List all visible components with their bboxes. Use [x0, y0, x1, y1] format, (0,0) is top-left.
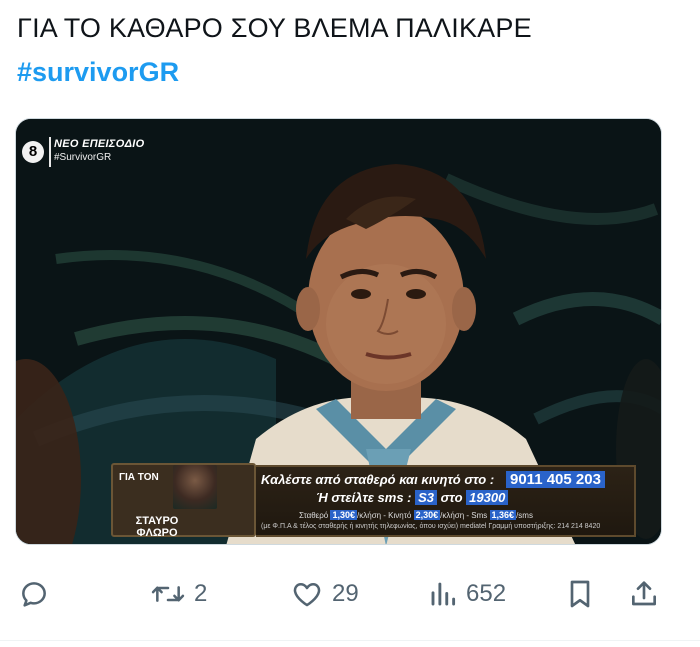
sms-code: S3 [415, 490, 438, 505]
reply-button[interactable] [18, 570, 50, 618]
sms-to: στο [440, 490, 463, 505]
cost-fixed: 1,30€ [330, 510, 358, 520]
channel-logo: 8 [22, 141, 44, 163]
for-label: ΓΙΑ ΤΟΝ [119, 472, 159, 483]
retweet-icon [151, 586, 185, 602]
cost-fixed-unit: /κλήση - Κινητό [357, 511, 412, 520]
contestant-panel: ΓΙΑ ΤΟΝ ΣΤΑΥΡΟ ΦΛΩΡΟ [111, 463, 256, 539]
cost-sms-unit: /sms [516, 511, 533, 520]
legal-text: (με Φ.Π.Α & τέλος σταθερής ή κινητής τηλ… [261, 523, 601, 530]
bookmark-button[interactable] [566, 570, 594, 618]
hashtag-link[interactable]: #survivorGR [17, 52, 179, 92]
cost-mobile: 2,30€ [413, 510, 441, 520]
retweet-button[interactable]: 2 [150, 570, 207, 618]
like-count: 29 [332, 580, 359, 607]
contestant-name-line2: ΦΛΩΡΟ [136, 527, 178, 539]
tweet-action-bar: 2 29 652 [0, 570, 700, 620]
divider-line [0, 640, 700, 641]
tweet-media-image[interactable]: 8 ΝΕΟ ΕΠΕΙΣΟΔΙΟ #SurvivorGR ΓΙΑ ΤΟΝ ΣΤΑΥ… [15, 118, 662, 545]
retweet-count: 2 [194, 580, 208, 607]
cost-sms: 1,36€ [489, 510, 517, 520]
tweet-text: ΓΙΑ ΤΟ ΚΑΘΑΡΟ ΣΟΥ ΒΛΕΜΑ ΠΑΛΙΚΑΡΕ #surviv… [17, 8, 687, 92]
sms-number: 19300 [466, 490, 509, 505]
call-instructions: Καλέστε από σταθερό και κινητό στο : [261, 472, 495, 487]
contestant-thumbnail [173, 465, 217, 509]
cost-info: Σταθερό 1,30€/κλήση - Κινητό 2,30€/κλήση… [299, 510, 533, 520]
sms-prefix: Ή στείλτε sms : [316, 490, 412, 505]
voting-lower-third: ΓΙΑ ΤΟΝ ΣΤΑΥΡΟ ΦΛΩΡΟ Καλέστε από σταθερό… [111, 459, 639, 539]
views-button[interactable]: 652 [428, 570, 506, 618]
tweet-body: ΓΙΑ ΤΟ ΚΑΘΑΡΟ ΣΟΥ ΒΛΕΜΑ ΠΑΛΙΚΑΡΕ [17, 13, 532, 43]
sms-instructions: Ή στείλτε sms : S3 στο 19300 [316, 490, 509, 505]
episode-label: ΝΕΟ ΕΠΕΙΣΟΔΙΟ [54, 138, 145, 150]
view-count: 652 [466, 580, 507, 607]
contestant-name-line1: ΣΤΑΥΡΟ [135, 515, 179, 527]
heart-icon [293, 583, 321, 607]
voting-phone-number: 9011 405 203 [506, 471, 605, 488]
views-icon [431, 582, 456, 606]
share-button[interactable] [628, 570, 660, 618]
share-icon [632, 581, 656, 606]
channel-divider [49, 137, 51, 167]
cost-fixed-label: Σταθερό [299, 511, 329, 520]
reply-icon [22, 582, 46, 607]
channel-hashtag: #SurvivorGR [54, 152, 112, 163]
like-button[interactable]: 29 [290, 570, 359, 618]
bookmark-icon [570, 580, 590, 608]
cost-mobile-unit: /κλήση - Sms [440, 511, 488, 520]
